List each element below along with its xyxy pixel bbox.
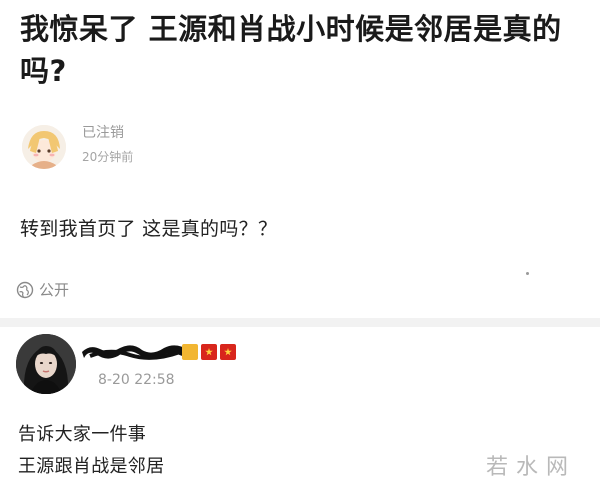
- author-name[interactable]: 已注销: [82, 122, 124, 142]
- comment-timestamp: 8-20 22:58: [98, 372, 175, 388]
- visibility-indicator: 公开: [16, 279, 69, 300]
- post-title: 我惊呆了 王源和肖战小时候是邻居是真的吗?: [20, 12, 562, 88]
- site-watermark: 若水网: [485, 455, 576, 480]
- redacted-username: [82, 345, 188, 360]
- dust-speck: [526, 272, 529, 275]
- section-divider: [0, 318, 600, 327]
- post-card: 我惊呆了 王源和肖战小时候是邻居是真的吗? 已注销 20分钟前 转到我首页了 这…: [0, 0, 600, 318]
- globe-icon: [16, 281, 34, 298]
- post-timestamp: 20分钟前: [82, 150, 134, 164]
- comment-text-line: 王源跟肖战是邻居: [18, 456, 165, 477]
- cartoon-avatar-icon: [22, 125, 66, 169]
- visibility-label: 公开: [39, 281, 70, 299]
- flag-icon: [220, 344, 236, 360]
- user-badges: [182, 344, 236, 360]
- post-body: 转到我首页了 这是真的吗？？: [20, 218, 278, 240]
- author-avatar[interactable]: [22, 125, 66, 169]
- badge-icon: [182, 344, 198, 360]
- commenter-avatar[interactable]: [16, 334, 76, 394]
- comment-text-line: 告诉大家一件事: [18, 424, 147, 445]
- flag-icon: [201, 344, 217, 360]
- photo-avatar-icon: [16, 334, 76, 394]
- comment-card: 8-20 22:58 告诉大家一件事 王源跟肖战是邻居 若水网: [0, 327, 600, 491]
